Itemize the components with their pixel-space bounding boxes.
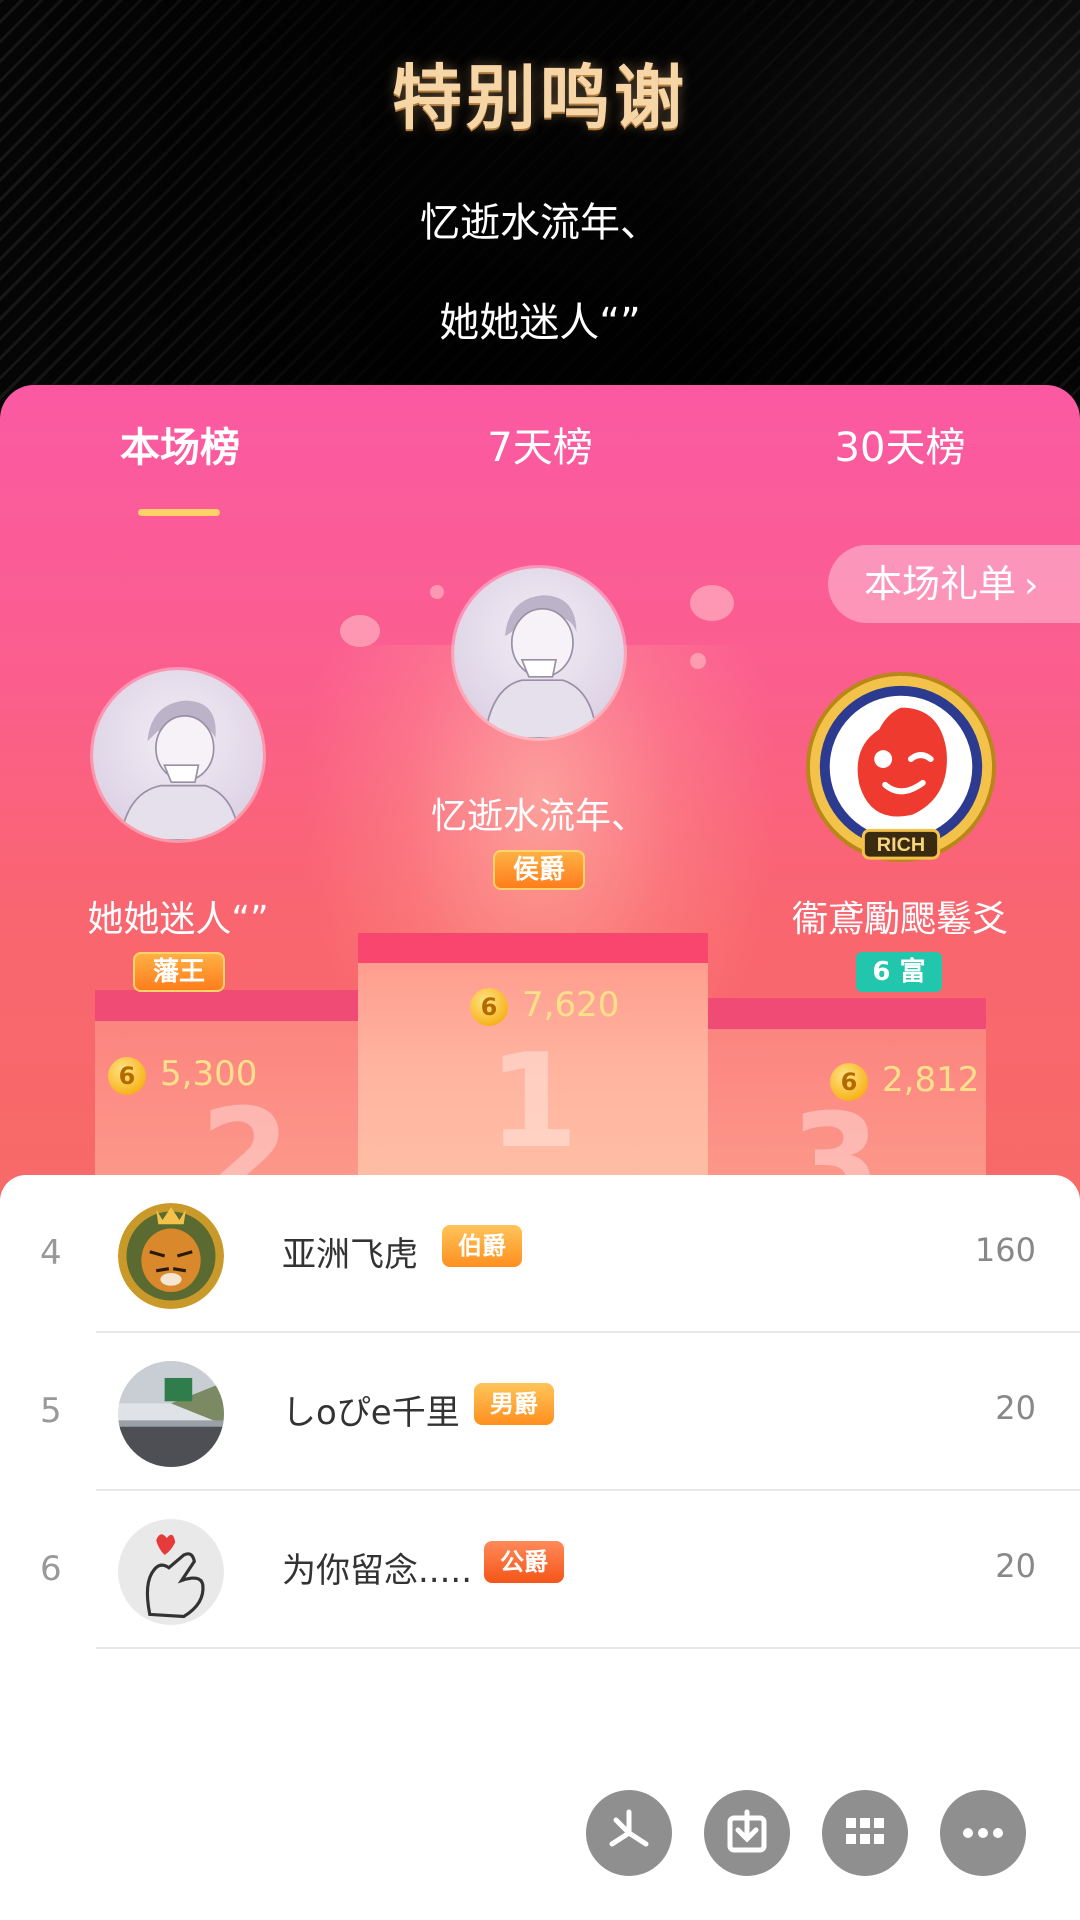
rich-badge-text: RICH [877,834,925,856]
coin-icon: 6 [470,988,508,1026]
first-place-name: 忆逝水流年、 [430,796,647,837]
more-icon[interactable] [940,1790,1026,1876]
list-rank: 6 [40,1549,62,1589]
avatar[interactable] [118,1519,224,1625]
tab-30-days[interactable]: 30天榜 [790,415,1010,473]
decor-bubble [430,585,444,599]
chevron-right-icon: › [1024,565,1039,606]
first-place-score: 7,620 [522,985,620,1025]
list-value: 160 [974,1231,1036,1269]
podium-number-1: 1 [488,1025,579,1177]
tab-7-days[interactable]: 7天榜 [430,415,650,473]
avatar[interactable] [118,1203,224,1309]
avatar[interactable] [118,1361,224,1467]
list-item[interactable]: 6 为你留念..... 公爵 20 [0,1491,1080,1649]
gift-list-label: 本场礼单 [864,562,1017,606]
rank-title-tag: 伯爵 [442,1225,522,1267]
decor-bubble [340,615,380,647]
second-place-score: 5,300 [160,1054,258,1094]
second-place-tag: 藩王 [133,952,225,992]
list-item[interactable]: 5 しoぴe千里 男爵 20 [0,1333,1080,1491]
list-name: 亚洲飞虎 [282,1235,418,1275]
rich-badge-avatar[interactable]: RICH [802,668,1000,866]
third-place-tag: 6 富 [856,952,942,992]
pinwheel-icon[interactable] [586,1790,672,1876]
thanks-name-1: 忆逝水流年、 [420,200,660,246]
grid-icon[interactable] [822,1790,908,1876]
podium-3-top [706,998,986,1030]
avatar-second[interactable] [93,670,263,840]
list-name: 为你留念..... [282,1551,473,1591]
tab-current-session[interactable]: 本场榜 [70,415,290,473]
list-item[interactable]: 4 亚洲飞虎 伯爵 160 [0,1175,1080,1333]
header-title: 特别鸣谢 [392,57,688,139]
third-place-score: 2,812 [882,1060,980,1100]
download-icon[interactable] [704,1790,790,1876]
podium-1-top [358,933,708,965]
ranking-card: 本场榜 7天榜 30天榜 本场礼单 › 2 1 3 忆逝水流年、 侯爵 6 7,… [0,385,1080,1205]
coin-icon: 6 [830,1063,868,1101]
podium-2-top [95,990,360,1022]
tab-bar: 本场榜 7天榜 30天榜 [0,415,1080,516]
list-value: 20 [995,1389,1036,1427]
tab-active-indicator [138,509,220,516]
third-place-name: 衞鳶勵颸鬈爻 [791,899,1008,940]
coin-icon: 6 [108,1057,146,1095]
leaderboard-page: 特别鸣谢 忆逝水流年、 她她迷人“” 本场榜 7天榜 30天榜 本场礼单 › 2 … [0,0,1080,1920]
list-rank: 4 [40,1233,62,1273]
action-bar [586,1790,1026,1880]
gift-list-button[interactable]: 本场礼单 › [828,545,1080,623]
list-name: しoぴe千里 [282,1393,460,1433]
decor-bubble [690,585,734,621]
rank-title-tag: 公爵 [484,1541,564,1583]
list-rank: 5 [40,1391,62,1431]
second-place-name: 她她迷人“” [87,899,269,940]
thanks-header: 特别鸣谢 忆逝水流年、 她她迷人“” [0,0,1080,420]
rank-title-tag: 男爵 [474,1383,554,1425]
avatar-first[interactable] [454,568,624,738]
first-place-tag: 侯爵 [493,850,585,890]
decor-bubble [690,653,706,669]
list-value: 20 [995,1547,1036,1585]
thanks-name-2: 她她迷人“” [439,300,641,346]
divider [96,1647,1080,1649]
